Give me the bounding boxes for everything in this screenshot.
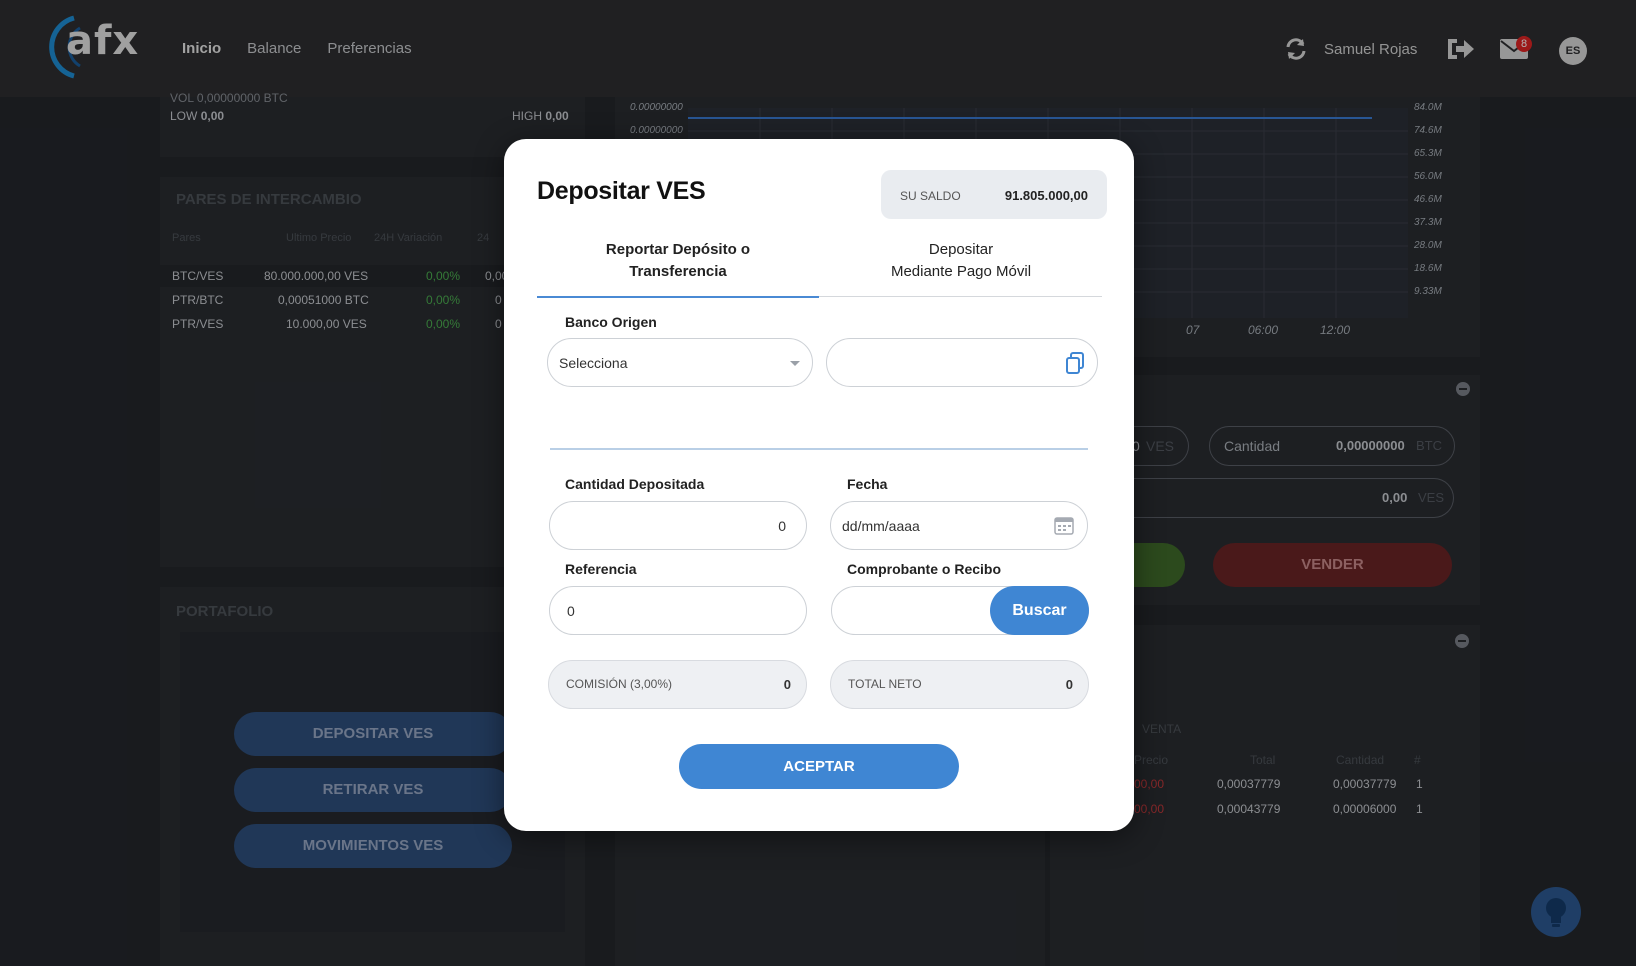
amount-label: Cantidad Depositada: [565, 476, 705, 492]
date-placeholder: dd/mm/aaaa: [842, 518, 920, 534]
net-total-field: TOTAL NETO 0: [830, 660, 1089, 709]
tab-reportar-deposito[interactable]: Reportar Depósito o Transferencia: [537, 239, 819, 298]
reference-value: 0: [567, 603, 575, 619]
calendar-icon[interactable]: [1054, 515, 1074, 535]
tab-pago-movil[interactable]: Depositar Mediante Pago Móvil: [820, 239, 1102, 297]
tab-line: Reportar Depósito o: [605, 241, 751, 258]
account-number-field[interactable]: [826, 338, 1098, 387]
accept-button[interactable]: ACEPTAR: [679, 744, 959, 789]
bank-label: Banco Origen: [565, 314, 657, 330]
balance-value: 91.805.000,00: [1004, 188, 1088, 203]
date-label: Fecha: [847, 476, 888, 492]
commission-label: COMISIÓN (3,00%): [566, 677, 673, 691]
tab-line: Depositar: [928, 241, 994, 258]
bank-select-value: Selecciona: [559, 355, 628, 371]
amount-value: 0: [778, 518, 786, 534]
tab-line: Transferencia: [629, 263, 727, 280]
reference-label: Referencia: [565, 561, 637, 577]
commission-field: COMISIÓN (3,00%) 0: [548, 660, 807, 709]
reference-field[interactable]: 0: [549, 586, 807, 635]
date-field[interactable]: dd/mm/aaaa: [830, 501, 1088, 550]
chevron-down-icon: [790, 361, 800, 366]
copy-icon[interactable]: [1065, 352, 1085, 374]
receipt-label: Comprobante o Recibo: [847, 561, 1002, 577]
tab-line: Mediante Pago Móvil: [890, 263, 1032, 280]
receipt-file-field[interactable]: Buscar: [831, 586, 1089, 635]
balance-label: SU SALDO: [900, 189, 961, 203]
section-divider: [550, 448, 1088, 450]
deposit-modal: Depositar VES SU SALDO 91.805.000,00 Rep…: [504, 139, 1134, 831]
deposit-tabs: Reportar Depósito o Transferencia Deposi…: [537, 239, 1102, 298]
net-total-label: TOTAL NETO: [848, 677, 922, 691]
amount-field[interactable]: 0: [549, 501, 807, 550]
browse-button[interactable]: Buscar: [990, 586, 1089, 635]
bank-select[interactable]: Selecciona: [547, 338, 813, 387]
modal-title: Depositar VES: [537, 177, 706, 205]
balance-box: SU SALDO 91.805.000,00: [881, 170, 1107, 219]
commission-value: 0: [783, 677, 791, 692]
net-total-value: 0: [1065, 677, 1073, 692]
